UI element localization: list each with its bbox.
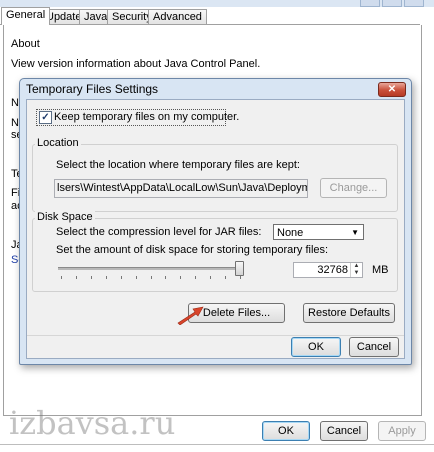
- dialog-client-area: ✓ Keep temporary files on my computer. L…: [26, 99, 405, 359]
- dialog-separator: [27, 335, 404, 336]
- disk-space-spinner[interactable]: 32768 ▲ ▼: [293, 262, 363, 278]
- slider-tick: [75, 276, 77, 279]
- restore-defaults-button[interactable]: Restore Defaults: [303, 303, 395, 323]
- disk-space-group: Disk Space Select the compression level …: [32, 211, 398, 292]
- window-top-strip: [0, 0, 434, 7]
- obscured-text: N: [11, 117, 19, 129]
- check-icon[interactable]: ✓: [39, 111, 52, 124]
- compression-prompt: Select the compression level for JAR fil…: [56, 226, 262, 238]
- spinner-arrows-icon[interactable]: ▲ ▼: [350, 263, 362, 277]
- location-legend: Location: [35, 137, 81, 149]
- keep-files-checkbox-row[interactable]: ✓ Keep temporary files on my computer.: [36, 109, 239, 126]
- slider-tick: [195, 276, 197, 279]
- temporary-files-dialog: Temporary Files Settings ✕ ✓ Keep tempor…: [19, 78, 412, 365]
- slider-tick: [105, 276, 107, 279]
- compression-value: None: [277, 227, 304, 239]
- slider-tick: [210, 276, 212, 279]
- keep-files-label: Keep temporary files on my computer.: [54, 111, 240, 123]
- close-icon[interactable]: ✕: [378, 82, 406, 97]
- disk-space-unit: MB: [372, 264, 389, 276]
- slider-tick: [61, 276, 62, 279]
- dialog-title: Temporary Files Settings: [26, 82, 159, 96]
- about-text: View version information about Java Cont…: [11, 58, 261, 70]
- bottom-divider: [0, 444, 434, 445]
- slider-tick: [150, 276, 152, 279]
- change-button[interactable]: Change...: [320, 178, 387, 198]
- title-bar-button[interactable]: [382, 0, 402, 7]
- disk-space-value: 32768: [317, 264, 348, 276]
- about-heading: About: [11, 38, 40, 50]
- tab-bar: General Update Java Security Advanced: [0, 7, 434, 25]
- slider-tick: [180, 276, 182, 279]
- slider-tick: [225, 276, 227, 279]
- slider-tick: [135, 276, 137, 279]
- ok-button[interactable]: OK: [262, 421, 310, 441]
- compression-select[interactable]: None ▼: [273, 224, 364, 240]
- red-arrow-icon: [177, 306, 204, 325]
- slider-tick: [90, 276, 92, 279]
- title-bar-button[interactable]: [360, 0, 380, 7]
- chevron-down-icon: ▼: [351, 228, 359, 237]
- cancel-button[interactable]: Cancel: [320, 421, 368, 441]
- tab-general[interactable]: General: [1, 7, 51, 25]
- title-bar-button[interactable]: [404, 0, 424, 7]
- disk-space-slider-thumb[interactable]: [235, 261, 244, 276]
- tab-advanced[interactable]: Advanced: [148, 9, 207, 24]
- dialog-cancel-button[interactable]: Cancel: [349, 337, 399, 357]
- watermark-text: izbavsa.ru: [9, 404, 176, 442]
- obscured-text: N: [11, 97, 19, 109]
- slider-tick: [240, 276, 241, 279]
- location-prompt: Select the location where temporary file…: [56, 159, 300, 171]
- disk-space-legend: Disk Space: [35, 211, 95, 223]
- dialog-ok-button[interactable]: OK: [291, 337, 341, 357]
- apply-button[interactable]: Apply: [378, 421, 426, 441]
- amount-prompt: Set the amount of disk space for storing…: [56, 244, 329, 256]
- cache-path-field[interactable]: lsers\Wintest\AppData\LocalLow\Sun\Java\…: [54, 179, 308, 198]
- disk-space-slider-track[interactable]: [58, 267, 243, 270]
- location-group: Location Select the location where tempo…: [32, 137, 398, 212]
- slider-tick: [165, 276, 167, 279]
- slider-tick: [120, 276, 122, 279]
